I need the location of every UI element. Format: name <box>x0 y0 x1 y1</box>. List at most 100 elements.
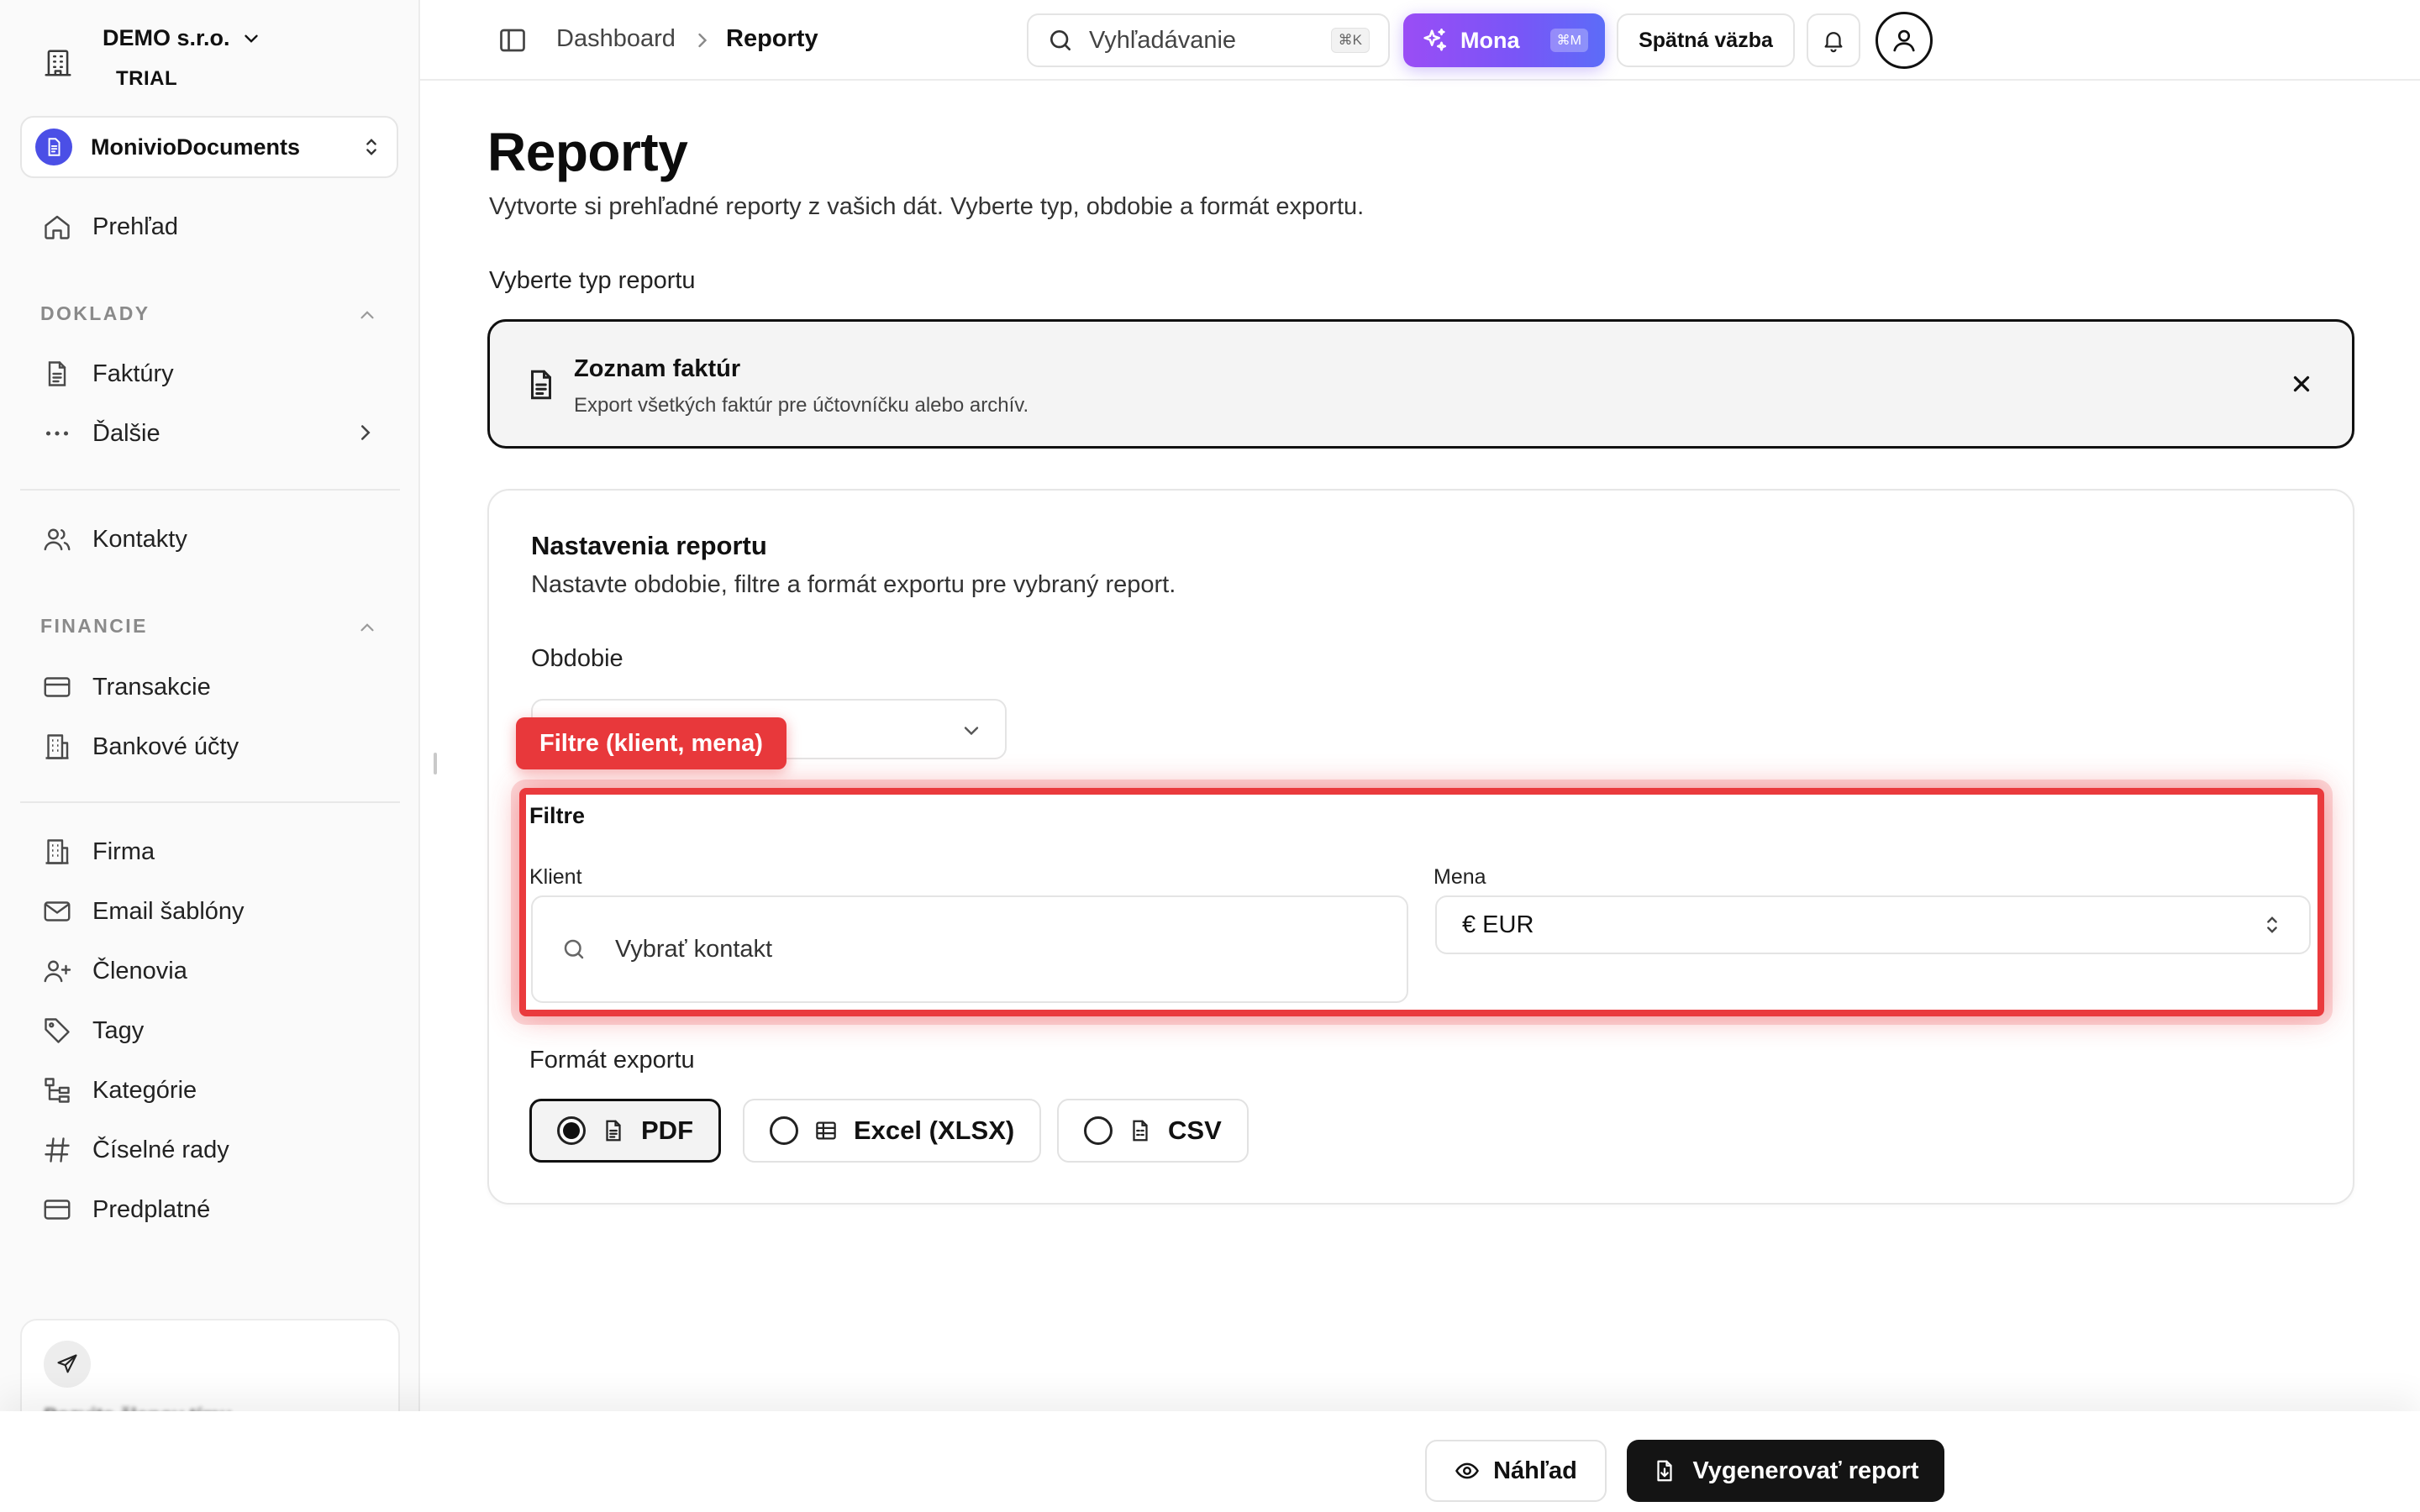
chevron-right-icon <box>361 425 371 440</box>
workspace-name: MonivioDocuments <box>91 134 301 160</box>
document-icon <box>35 129 72 165</box>
hash-icon <box>40 1133 74 1167</box>
credit-card-icon <box>40 670 74 704</box>
building-icon <box>42 47 74 79</box>
assistant-shortcut: ⌘M <box>1549 29 1588 52</box>
sidebar-divider <box>20 489 400 491</box>
sidebar-item-subscription[interactable]: Predplatné <box>40 1189 210 1231</box>
format-label-csv: CSV <box>1168 1116 1222 1145</box>
sparkles-icon <box>1423 28 1447 51</box>
sidebar-item-number-series[interactable]: Číselné rady <box>40 1129 229 1171</box>
settings-subtitle: Nastavte obdobie, filtre a formát export… <box>531 571 1176 598</box>
section-documents: DOKLADY <box>40 302 150 324</box>
sidebar-item-label: Kategórie <box>92 1076 197 1104</box>
sidebar-item-bank-accounts[interactable]: Bankové účty <box>40 726 239 768</box>
close-icon[interactable] <box>2286 369 2317 399</box>
sidebar-item-more[interactable]: Ďalšie <box>40 412 160 454</box>
bell-icon <box>1824 32 1843 53</box>
sidebar-item-transactions[interactable]: Transakcie <box>40 666 211 708</box>
file-csv-icon <box>1133 1120 1148 1142</box>
sidebar-item-tags[interactable]: Tagy <box>40 1010 144 1052</box>
bank-icon <box>40 730 74 764</box>
highlight-label: Filtre (klient, mena) <box>516 717 786 769</box>
generate-label: Vygenerovať report <box>1692 1457 1919 1484</box>
preview-label: Náhľad <box>1493 1457 1577 1484</box>
format-label-pdf: PDF <box>641 1116 693 1145</box>
client-placeholder: Vybrať kontakt <box>615 935 773 963</box>
filters-label: Filtre <box>529 803 586 828</box>
radio-unselected <box>770 1116 798 1145</box>
sidebar-item-categories[interactable]: Kategórie <box>40 1069 197 1111</box>
sidebar-item-company[interactable]: Firma <box>40 831 155 873</box>
workspace-switcher[interactable]: MonivioDocuments <box>20 116 398 178</box>
chevron-down-icon <box>244 34 258 43</box>
sidebar-resize-handle[interactable] <box>434 753 437 774</box>
format-label: Formát exportu <box>529 1047 695 1074</box>
send-icon <box>44 1341 91 1388</box>
currency-value: € EUR <box>1462 911 1534 938</box>
assistant-button[interactable]: Mona ⌘M <box>1403 13 1605 67</box>
eye-icon <box>1455 1462 1480 1479</box>
home-icon <box>40 210 74 244</box>
table-icon <box>816 1121 836 1140</box>
selected-report-type[interactable]: Zoznam faktúr Export všetkých faktúr pre… <box>487 319 2354 449</box>
notifications-button[interactable] <box>1807 13 1860 67</box>
page-title: Reporty <box>487 122 688 182</box>
sidebar-divider <box>20 801 400 803</box>
action-bar <box>0 1411 2420 1512</box>
format-option-csv[interactable]: CSV <box>1057 1099 1249 1163</box>
users-icon <box>40 522 74 556</box>
generate-report-button[interactable]: Vygenerovať report <box>1627 1440 1944 1502</box>
format-label-xlsx: Excel (XLSX) <box>854 1116 1015 1145</box>
file-text-icon <box>606 1120 621 1142</box>
sidebar-item-label: Členovia <box>92 957 187 984</box>
sidebar: DEMO s.r.o. TRIAL MonivioDocuments Prehľ… <box>0 0 420 1512</box>
currency-select[interactable]: € EUR <box>1435 895 2311 954</box>
sidebar-toggle-icon[interactable] <box>497 25 528 55</box>
sidebar-item-label: Transakcie <box>92 673 211 701</box>
sidebar-item-label: Faktúry <box>92 360 174 387</box>
sidebar-item-label: Prehľad <box>92 213 178 240</box>
client-search-input[interactable]: Vybrať kontakt <box>531 895 1408 1003</box>
tag-icon <box>40 1014 74 1047</box>
more-dots-icon <box>40 417 74 450</box>
user-avatar[interactable] <box>1876 12 1933 69</box>
sidebar-item-label: Ďalšie <box>92 419 160 447</box>
sidebar-item-label: Email šablóny <box>92 897 245 925</box>
report-type-name: Zoznam faktúr <box>574 355 741 382</box>
preview-button[interactable]: Náhľad <box>1425 1440 1607 1502</box>
file-text-icon <box>40 357 74 391</box>
format-option-xlsx[interactable]: Excel (XLSX) <box>743 1099 1042 1163</box>
file-text-icon <box>531 370 551 400</box>
chevron-up-icon[interactable] <box>356 304 378 326</box>
user-plus-icon <box>40 954 74 988</box>
sidebar-item-label: Kontakty <box>92 525 187 553</box>
feedback-button[interactable]: Spätná väzba <box>1617 13 1795 67</box>
radio-selected <box>557 1116 586 1145</box>
sidebar-item-email-templates[interactable]: Email šablóny <box>40 890 245 932</box>
sidebar-item-invoices[interactable]: Faktúry <box>40 353 174 395</box>
search-input[interactable]: Vyhľadávanie ⌘K <box>1027 13 1390 67</box>
period-label: Obdobie <box>531 645 623 672</box>
report-type-description: Export všetkých faktúr pre účtovníčku al… <box>574 394 1029 417</box>
sidebar-item-members[interactable]: Členovia <box>40 950 187 992</box>
sidebar-item-label: Predplatné <box>92 1195 211 1223</box>
org-name: DEMO s.r.o. <box>103 25 262 51</box>
format-option-pdf[interactable]: PDF <box>529 1099 721 1163</box>
chevron-updown-icon <box>2267 916 2277 933</box>
sidebar-item-label: Bankové účty <box>92 732 239 760</box>
settings-title: Nastavenia reportu <box>531 531 767 560</box>
chevron-up-icon[interactable] <box>356 617 378 638</box>
sidebar-item-contacts[interactable]: Kontakty <box>40 518 187 560</box>
sidebar-item-overview[interactable]: Prehľad <box>40 206 178 248</box>
sidebar-item-label: Firma <box>92 837 155 865</box>
mail-icon <box>40 895 74 928</box>
chevron-updown-icon <box>366 139 376 155</box>
sidebar-item-label: Číselné rady <box>92 1136 229 1163</box>
breadcrumb-current: Reporty <box>726 25 818 52</box>
breadcrumb-dashboard[interactable]: Dashboard <box>556 25 676 53</box>
client-label: Klient <box>529 865 582 889</box>
chevron-down-icon <box>964 727 979 736</box>
org-name-text: DEMO s.r.o. <box>103 25 230 50</box>
building-icon <box>40 835 74 869</box>
